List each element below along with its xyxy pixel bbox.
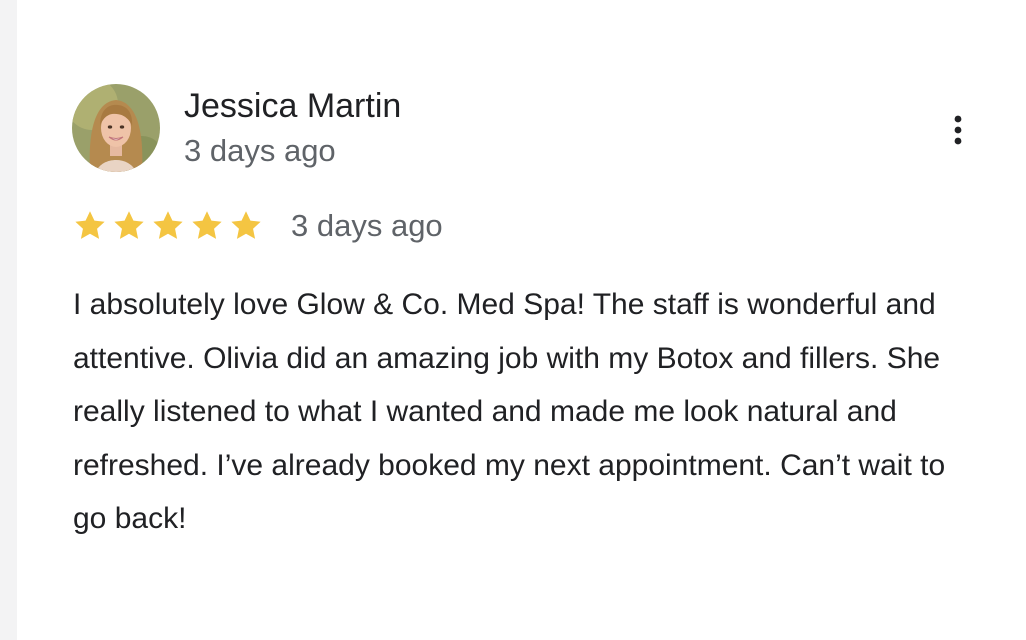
reviewer-name[interactable]: Jessica Martin — [184, 84, 401, 128]
rating-time: 3 days ago — [291, 208, 443, 243]
avatar-image — [72, 84, 160, 172]
more-vert-icon — [954, 115, 962, 145]
rating-row: 3 days ago — [72, 204, 443, 248]
star-icon — [231, 211, 261, 239]
star-icon — [75, 211, 105, 239]
star-icon — [153, 211, 183, 239]
review-text: I absolutely love Glow & Co. Med Spa! Th… — [73, 288, 946, 535]
star-icon — [192, 211, 222, 239]
review-card: Jessica Martin 3 days ago 3 days ago I a… — [17, 0, 1026, 640]
star-icon — [114, 211, 144, 239]
star-rating — [72, 208, 267, 244]
more-options-button[interactable] — [939, 108, 977, 152]
reviewer-time: 3 days ago — [184, 133, 336, 168]
user-avatar[interactable] — [72, 84, 160, 172]
